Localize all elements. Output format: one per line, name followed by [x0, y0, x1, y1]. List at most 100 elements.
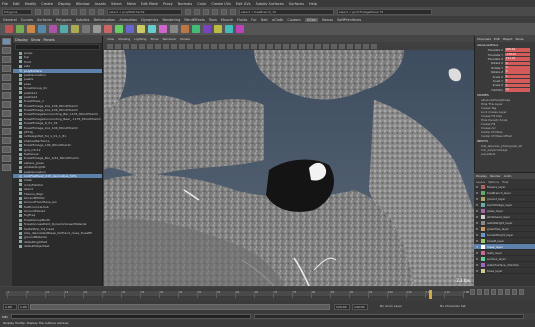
visibility-toggle[interactable]: V: [476, 185, 479, 189]
command-input[interactable]: [11, 314, 252, 319]
open-scene-icon[interactable]: [44, 8, 50, 15]
viewport-toolbar-icon[interactable]: [371, 43, 377, 49]
four-layout-icon[interactable]: [1, 119, 11, 126]
perspective-viewport[interactable]: View Shading Lighting Show Renderer Panels: [104, 36, 474, 286]
menu-normals[interactable]: Normals: [178, 2, 193, 6]
select-hierarchy-icon[interactable]: [80, 8, 86, 15]
layer-color-swatch[interactable]: [481, 232, 485, 237]
menu-file[interactable]: File: [2, 2, 8, 6]
visibility-toggle[interactable]: V: [476, 269, 479, 273]
outliner-menu-display[interactable]: Display: [15, 38, 28, 42]
input-field-2[interactable]: select -r gold:FoliagePlane 75: [337, 8, 432, 15]
shelf-tab-painteffects[interactable]: PaintEffects: [184, 18, 205, 22]
menu-edit-mesh[interactable]: Edit Mesh: [141, 2, 158, 6]
viewport-toolbar-icon[interactable]: [131, 43, 137, 49]
undo-icon[interactable]: [62, 8, 68, 15]
viewport-toolbar-icon[interactable]: [139, 43, 145, 49]
input-node[interactable]: polyAtter1: [475, 152, 535, 156]
name-field[interactable]: select -r polyMatcher02: [107, 8, 182, 15]
viewport-menu-show[interactable]: Show: [150, 37, 158, 41]
shelf-tab-surfaces[interactable]: Surfaces: [37, 18, 52, 22]
step-forward-key-icon[interactable]: [512, 289, 517, 295]
visibility-toggle[interactable]: V: [476, 245, 479, 249]
attribute-value[interactable]: 0: [505, 61, 530, 66]
menu-subdiv-surfaces[interactable]: Subdiv Surfaces: [256, 2, 284, 6]
shelf-tool-icon[interactable]: [170, 25, 178, 33]
menu-select[interactable]: Select: [111, 2, 122, 6]
visibility-toggle[interactable]: V: [476, 227, 479, 231]
menu-color[interactable]: Color: [197, 2, 206, 6]
attribute-value[interactable]: 1: [505, 74, 530, 79]
select-tool-icon[interactable]: [1, 38, 11, 45]
select-object-icon[interactable]: [89, 8, 95, 15]
menu-assets[interactable]: Assets: [95, 2, 106, 6]
time-slider-track[interactable]: 1 5 10 15 20 25 30 35 40 45 50 55 60 65 70 75 80 85 90 95 10…: [4, 290, 469, 299]
viewport-toolbar-icon[interactable]: [339, 43, 345, 49]
visibility-toggle[interactable]: V: [476, 251, 479, 255]
viewport-toolbar-icon[interactable]: [323, 43, 329, 49]
layer-menu-layers[interactable]: Layers: [476, 180, 485, 184]
viewport-toolbar-icon[interactable]: [307, 43, 313, 49]
visibility-toggle[interactable]: V: [476, 263, 479, 267]
shelf-tab-muscle[interactable]: Muscle: [221, 18, 233, 22]
shelf-tool-icon[interactable]: [16, 25, 24, 33]
layer-color-swatch[interactable]: [481, 202, 485, 207]
snap-grid-icon[interactable]: [185, 8, 191, 15]
visibility-toggle[interactable]: V: [476, 257, 479, 261]
shelf-tab-general[interactable]: General: [3, 18, 17, 22]
menu-modify[interactable]: Modify: [25, 2, 37, 6]
shelf-tab-rendering[interactable]: Rendering: [162, 18, 180, 22]
end-time-field[interactable]: 140.00: [352, 304, 368, 310]
viewport-menu-panels[interactable]: Panels: [180, 37, 190, 41]
script-layout-icon[interactable]: [1, 164, 11, 171]
shelf-tool-icon[interactable]: [60, 25, 68, 33]
layer-menu-options[interactable]: Options: [488, 180, 499, 184]
viewport-toolbar-icon[interactable]: [155, 43, 161, 49]
redo-icon[interactable]: [71, 8, 77, 15]
menu-window[interactable]: Window: [76, 2, 90, 6]
layer-color-swatch[interactable]: [481, 208, 485, 213]
viewport-toolbar-icon[interactable]: [331, 43, 337, 49]
viewport-toolbar-icon[interactable]: [267, 43, 273, 49]
layer-color-swatch[interactable]: [481, 190, 485, 195]
shelf-tool-icon[interactable]: [126, 25, 134, 33]
viewport-toolbar-icon[interactable]: [115, 43, 121, 49]
scene-render[interactable]: [104, 50, 474, 286]
play-back-icon[interactable]: [491, 289, 496, 295]
playback-start-field[interactable]: 1.00: [18, 304, 29, 310]
paint-select-icon[interactable]: [1, 56, 11, 63]
go-to-end-icon[interactable]: [519, 289, 524, 295]
shelf-tab-bonus[interactable]: Bonus: [322, 18, 333, 22]
last-tool-icon[interactable]: [1, 101, 11, 108]
channel-box-tab-channels[interactable]: Channels: [477, 37, 491, 41]
viewport-toolbar-icon[interactable]: [227, 43, 233, 49]
layer-color-swatch[interactable]: [481, 214, 485, 219]
attribute-value[interactable]: 209.94: [505, 48, 530, 52]
viewport-menu-lighting[interactable]: Lighting: [134, 37, 146, 41]
step-forward-frame-icon[interactable]: [505, 289, 510, 295]
viewport-toolbar-icon[interactable]: [211, 43, 217, 49]
visibility-toggle[interactable]: V: [476, 215, 479, 219]
ipr-render-icon[interactable]: [221, 8, 227, 15]
menu-create[interactable]: Create: [41, 2, 53, 6]
step-back-key-icon[interactable]: [477, 289, 482, 295]
shelf-tool-icon[interactable]: [82, 25, 90, 33]
shelf-tool-icon[interactable]: [27, 25, 35, 33]
playback-end-field[interactable]: 120.00: [334, 304, 350, 310]
shelf-tool-icon[interactable]: [71, 25, 79, 33]
shelf-tab-custom[interactable]: Custom: [287, 18, 300, 22]
shelf-tab-ncloth[interactable]: nCloth: [272, 18, 283, 22]
shelf-tab-subdivs[interactable]: Subdivs: [76, 18, 90, 22]
shelf-tool-icon[interactable]: [104, 25, 112, 33]
menu-create-uvs[interactable]: Create UVs: [211, 2, 231, 6]
viewport-toolbar-icon[interactable]: [123, 43, 129, 49]
shelf-tab-animation[interactable]: Animation: [119, 18, 137, 22]
channel-box-tab-object[interactable]: Object: [503, 37, 513, 41]
save-scene-icon[interactable]: [53, 8, 59, 15]
attribute-value[interactable]: 0: [505, 70, 530, 74]
shelf-tab-polygons[interactable]: Polygons: [56, 18, 72, 22]
shelf-tab-dynamics[interactable]: Dynamics: [141, 18, 158, 22]
viewport-toolbar-icon[interactable]: [107, 43, 113, 49]
layer-color-swatch[interactable]: [481, 226, 485, 231]
outliner-menu-show[interactable]: Show: [31, 38, 40, 42]
